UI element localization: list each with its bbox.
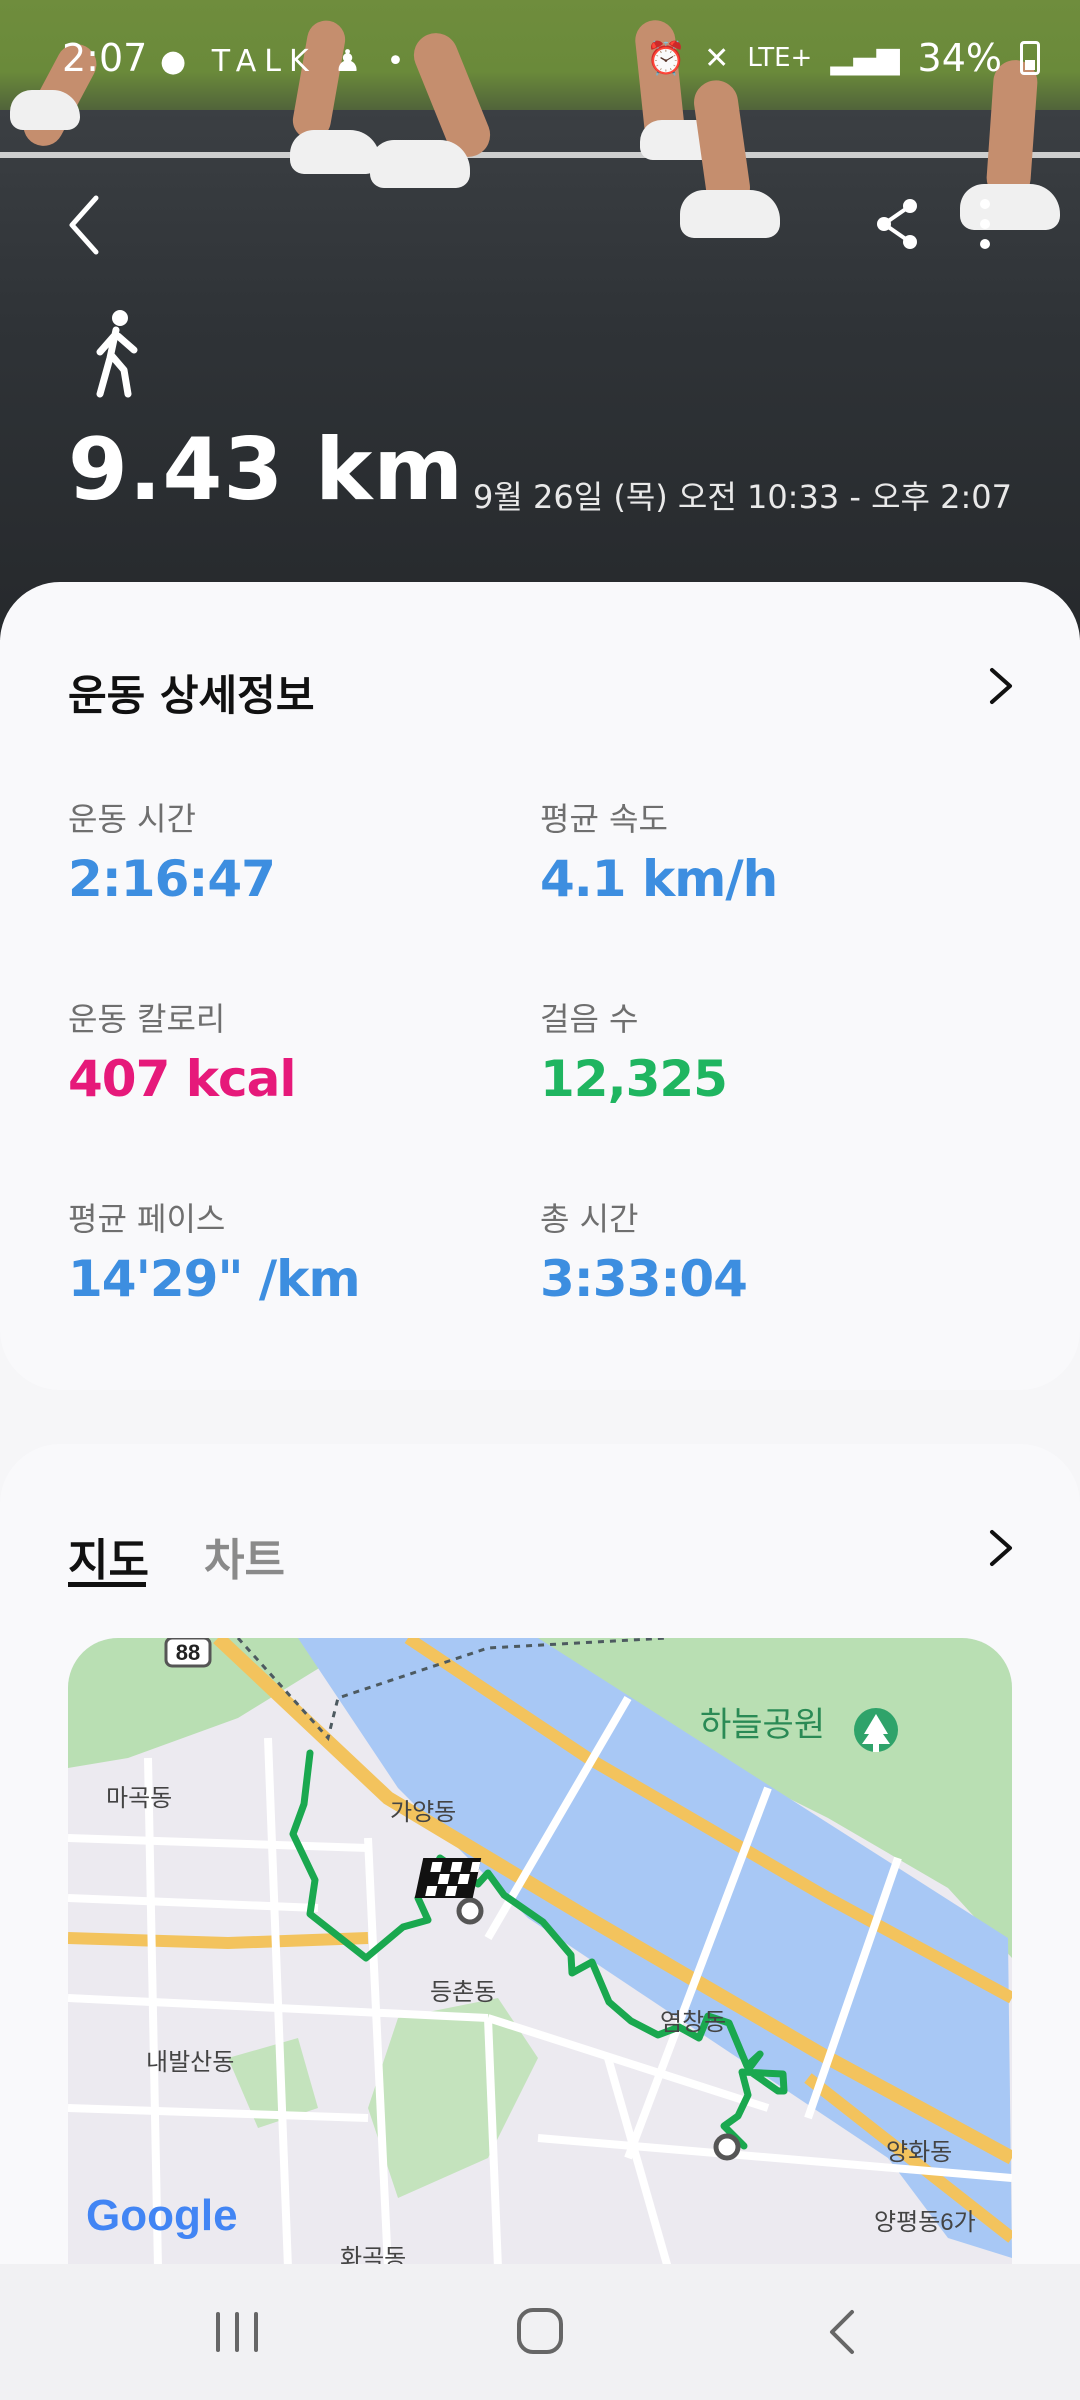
signal-icon: ▂▄▆ (830, 40, 900, 76)
metric-steps: 걸음 수 12,325 (540, 994, 728, 1108)
recent-apps-icon[interactable] (202, 2302, 272, 2362)
details-chevron-right-icon[interactable] (980, 666, 1020, 706)
finish-flag-icon (414, 1858, 482, 1898)
runner-shoe (370, 140, 470, 188)
metric-value: 3:33:04 (540, 1250, 748, 1308)
map-label-yeomchang: 염창동 (660, 2009, 726, 2036)
metric-value: 407 kcal (68, 1050, 297, 1108)
metric-label: 평균 페이스 (68, 1200, 226, 1238)
runner-shoe (680, 190, 780, 238)
map-card: 지도 차트 88 마곡동 가양동 하늘공원 등촌동 염창동 내발산동 양화동 양… (0, 1444, 1080, 2268)
home-icon[interactable] (505, 2302, 575, 2362)
map-highway (68, 1932, 369, 1950)
status-bar: 2:07 ● TALK ♟ • ⏰ ✕ LTE+ ▂▄▆ 34% (0, 0, 1080, 120)
metric-calories: 운동 칼로리 407 kcal (68, 994, 297, 1108)
route-map[interactable]: 88 마곡동 가양동 하늘공원 등촌동 염창동 내발산동 양화동 양평동6가 화… (68, 1638, 1012, 2268)
metric-value: 4.1 km/h (540, 850, 778, 908)
tab-map[interactable]: 지도 (68, 1524, 149, 1588)
metric-label: 운동 칼로리 (68, 1000, 226, 1038)
metric-label: 걸음 수 (540, 1000, 639, 1038)
hero-banner: 2:07 ● TALK ♟ • ⏰ ✕ LTE+ ▂▄▆ 34% 9.43 km… (0, 0, 1080, 640)
metric-label: 평균 속도 (540, 800, 668, 838)
map-label-naebalsan: 내발산동 (146, 2049, 234, 2076)
walk-icon (96, 310, 138, 398)
metric-label: 운동 시간 (68, 800, 196, 838)
mute-icon: ✕ (704, 40, 730, 76)
workout-details-card: 운동 상세정보 운동 시간 2:16:47 평균 속도 4.1 km/h 운동 … (0, 582, 1080, 1390)
map-label-gayang: 가양동 (390, 1799, 456, 1826)
hero-road (0, 110, 1080, 640)
battery-percent: 34% (917, 36, 1002, 80)
map-label-yangpyeong: 양평동6가 (874, 2209, 976, 2236)
share-icon[interactable] (872, 196, 922, 252)
map-chevron-right-icon[interactable] (980, 1528, 1020, 1568)
system-nav-bar (0, 2264, 1080, 2400)
route-end-marker (713, 2133, 741, 2161)
network-type: LTE+ (747, 43, 813, 73)
map-label-yanghwa: 양화동 (886, 2139, 952, 2166)
tab-chart[interactable]: 차트 (204, 1524, 285, 1588)
road-badge-text: 88 (176, 1640, 200, 1665)
more-options-icon[interactable] (970, 196, 1000, 252)
status-notification-icons: ● TALK ♟ • (160, 44, 413, 79)
metric-total-time: 총 시간 3:33:04 (540, 1194, 748, 1308)
status-right-group: ⏰ ✕ LTE+ ▂▄▆ 34% (646, 36, 1040, 80)
status-time: 2:07 (62, 36, 148, 80)
details-title: 운동 상세정보 (68, 671, 315, 720)
metric-avg-speed: 평균 속도 4.1 km/h (540, 794, 778, 908)
metric-workout-time: 운동 시간 2:16:47 (68, 794, 276, 908)
metric-value: 2:16:47 (68, 850, 276, 908)
back-arrow-icon[interactable] (62, 190, 112, 260)
runner-shoe (290, 130, 380, 174)
hero-lane-line (0, 152, 1080, 158)
battery-icon (1020, 41, 1040, 75)
alarm-icon: ⏰ (646, 39, 687, 77)
metric-avg-pace: 평균 페이스 14'29" /km (68, 1194, 361, 1308)
metric-value: 14'29" /km (68, 1250, 361, 1308)
map-label-haneul-park: 하늘공원 (700, 1706, 825, 1744)
map-label-magok: 마곡동 (106, 1785, 172, 1812)
map-label-deungchon: 등촌동 (430, 1979, 496, 2006)
tab-active-indicator (68, 1582, 146, 1587)
map-svg: 88 마곡동 가양동 하늘공원 등촌동 염창동 내발산동 양화동 양평동6가 화… (68, 1638, 1012, 2268)
metric-value: 12,325 (540, 1050, 728, 1108)
total-distance: 9.43 km (68, 420, 464, 520)
route-start-marker (456, 1897, 484, 1925)
workout-date-range: 9월 26일 (목) 오전 10:33 - 오후 2:07 (473, 478, 1012, 516)
metric-label: 총 시간 (540, 1200, 639, 1238)
road-number-badge: 88 (164, 1638, 212, 1668)
park-tree-icon (854, 1708, 898, 1752)
google-logo: Google (86, 2191, 238, 2240)
back-nav-icon[interactable] (808, 2302, 878, 2362)
